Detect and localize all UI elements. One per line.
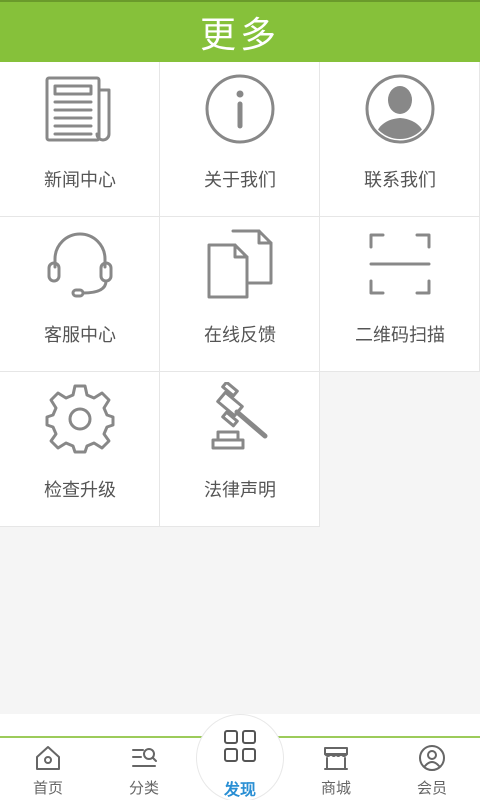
grid-item-label: 二维码扫描 [355,325,445,346]
grid-item-label: 联系我们 [364,170,436,191]
gear-icon [45,384,115,454]
tab-store[interactable]: 商城 [288,736,384,800]
tab-label: 商城 [320,779,351,797]
info-icon [205,74,275,144]
tab-label: 发现 [223,780,256,799]
grid-item-about-us[interactable]: 关于我们 [160,62,320,217]
tab-label: 首页 [32,779,63,797]
grid-item-online-feedback[interactable]: 在线反馈 [160,217,320,372]
tab-label: 会员 [416,779,447,797]
documents-icon [207,229,273,299]
grid-icon [224,730,256,762]
grid-item-news-center[interactable]: 新闻中心 [0,62,160,217]
person-avatar-icon [365,74,435,144]
headset-icon [47,232,113,298]
page-title: 更多 [199,15,280,56]
grid-item-label: 在线反馈 [204,325,276,346]
gavel-icon [211,382,268,450]
tab-category[interactable]: 分类 [96,736,192,800]
grid-item-label: 新闻中心 [44,170,116,191]
tab-label: 分类 [128,779,159,797]
top-header: 更多 [0,0,480,62]
grid-item-label: 法律声明 [204,480,276,501]
home-icon [36,746,60,770]
grid-item-legal-notice[interactable]: 法律声明 [160,372,320,527]
store-icon [324,747,348,770]
user-icon [419,745,445,771]
grid-item-check-update[interactable]: 检查升级 [0,372,160,527]
newspaper-icon [45,76,111,142]
grid-item-label: 检查升级 [44,480,116,501]
tab-member[interactable]: 会员 [384,736,480,800]
category-search-icon [132,748,157,767]
tab-home[interactable]: 首页 [0,736,96,800]
grid-item-label: 客服中心 [44,325,116,346]
grid-item-customer-service[interactable]: 客服中心 [0,217,160,372]
tab-discover[interactable]: 发现 [192,720,288,799]
grid-item-contact-us[interactable]: 联系我们 [320,62,480,217]
grid-item-qr-scan[interactable]: 二维码扫描 [320,217,480,372]
scan-frame-icon [369,233,431,295]
grid-item-label: 关于我们 [204,170,276,191]
